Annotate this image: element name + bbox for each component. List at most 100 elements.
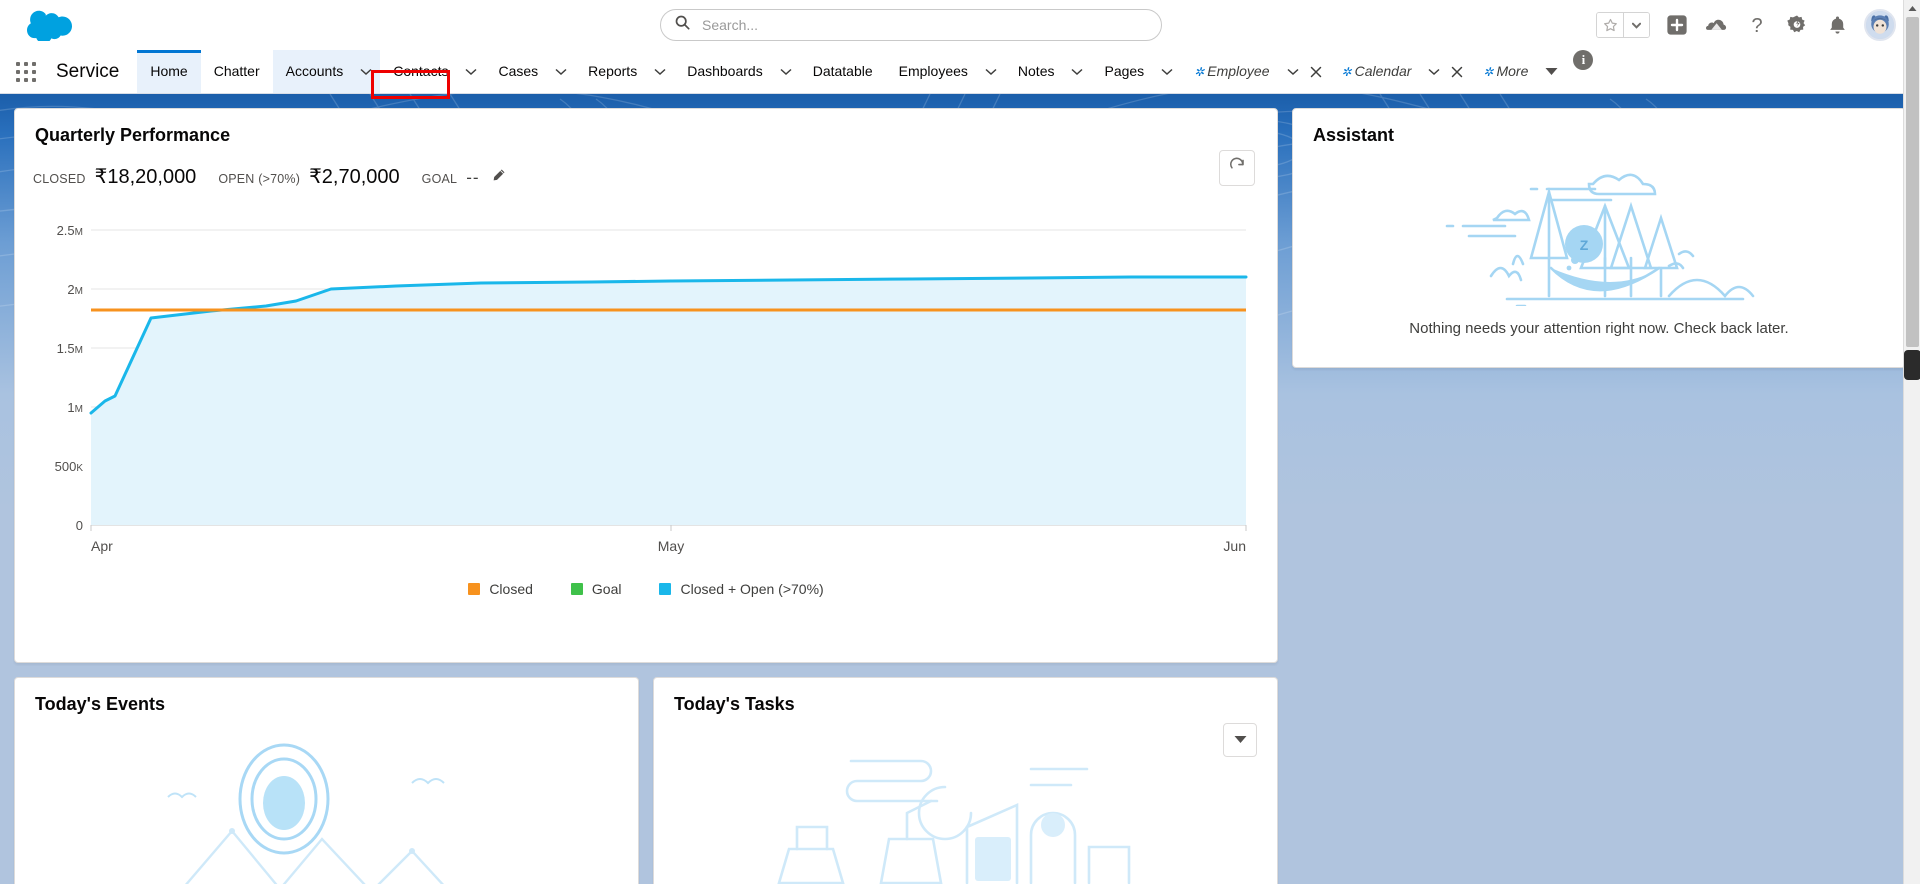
card-title: Quarterly Performance	[35, 125, 231, 145]
card-title: Assistant	[1313, 125, 1395, 145]
temporary-tab-star-icon: ✲	[1483, 64, 1494, 79]
close-icon[interactable]	[1446, 66, 1468, 78]
help-icon[interactable]: ?	[1744, 12, 1770, 38]
chevron-down-icon[interactable]	[774, 68, 798, 76]
app-launcher-cloud-icon[interactable]	[1704, 12, 1730, 38]
caret-down-filled-icon[interactable]	[1539, 67, 1563, 76]
caret-down-icon	[1234, 731, 1247, 749]
chevron-down-icon[interactable]	[1155, 68, 1179, 76]
nav-item-reports[interactable]: Reports	[575, 50, 674, 93]
left-column: Quarterly Performance CLOSED ₹18,20,000	[14, 108, 1278, 884]
legend-swatch-goal	[570, 583, 583, 595]
nav-item-label: Employees	[898, 63, 968, 79]
todays-tasks-card: Today's Tasks	[653, 677, 1278, 884]
legend-swatch-closed	[468, 583, 481, 595]
chevron-down-icon[interactable]	[1422, 68, 1446, 76]
nav-item-label: Calendar	[1354, 62, 1412, 79]
info-badge[interactable]: i	[1573, 50, 1594, 70]
x-tick-apr: Apr	[91, 538, 113, 554]
legend-item-closed[interactable]: Closed	[468, 581, 533, 597]
chevron-down-icon[interactable]	[549, 68, 573, 76]
favorites-caret-icon[interactable]	[1623, 13, 1649, 37]
performance-chart: 2.5M 2M 1.5M 1M 500K 0 Apr May Jun Close…	[31, 211, 1261, 597]
legend-item-closed-open[interactable]: Closed + Open (>70%)	[659, 581, 824, 597]
favorites-control[interactable]	[1596, 12, 1650, 38]
nav-item-label: More	[1496, 62, 1529, 79]
legend-label: Closed	[489, 581, 533, 597]
nav-item-chatter[interactable]: Chatter	[201, 50, 273, 93]
y-tick-2.5m: 2.5M	[57, 223, 83, 238]
quarterly-performance-card: Quarterly Performance CLOSED ₹18,20,000	[14, 108, 1278, 663]
salesforce-cloud-logo[interactable]	[22, 5, 78, 45]
metric-open: OPEN (>70%) ₹2,70,000	[218, 164, 399, 189]
chevron-down-icon[interactable]	[459, 68, 483, 76]
metric-goal: GOAL --	[422, 168, 506, 188]
notifications-bell-icon[interactable]	[1824, 12, 1850, 38]
global-actions-plus-icon[interactable]	[1664, 12, 1690, 38]
nav-item-calendar-temp[interactable]: ✲ Calendar	[1329, 50, 1471, 93]
user-avatar[interactable]	[1864, 9, 1896, 41]
nav-item-label-wrap: ✲ Employee	[1183, 50, 1280, 94]
scrollbar-up-arrow[interactable]	[1904, 0, 1920, 17]
nav-item-datatable[interactable]: Datatable	[800, 50, 886, 93]
bottom-cards-row: Today's Events Today's Tasks	[14, 677, 1278, 884]
legend-swatch-closed-open	[659, 583, 672, 595]
temporary-tab-star-icon: ✲	[1341, 64, 1352, 79]
nav-item-label: Datatable	[812, 63, 873, 79]
chevron-down-icon[interactable]	[648, 68, 672, 76]
todays-events-card: Today's Events	[14, 677, 639, 884]
scrollbar-position-marker	[1904, 350, 1920, 380]
nav-item-label: Cases	[498, 63, 539, 79]
nav-item-label: Reports	[588, 63, 638, 79]
nav-item-more[interactable]: ✲ More	[1470, 50, 1565, 93]
metric-value: ₹2,70,000	[309, 166, 400, 188]
chevron-down-icon[interactable]	[1065, 68, 1089, 76]
svg-text:Z: Z	[1580, 237, 1589, 253]
legend-item-goal[interactable]: Goal	[570, 581, 621, 597]
metric-value: ₹18,20,000	[94, 166, 197, 188]
metric-closed: CLOSED ₹18,20,000	[33, 164, 196, 189]
x-tick-may: May	[658, 538, 684, 554]
tasks-construction-illustration	[654, 731, 1277, 884]
y-tick-1m: 1M	[67, 400, 83, 415]
events-radar-illustration	[15, 731, 638, 884]
nav-item-cases[interactable]: Cases	[485, 50, 575, 93]
card-title: Today's Tasks	[674, 694, 795, 714]
app-launcher-button[interactable]	[0, 50, 52, 93]
metric-label: GOAL	[421, 172, 458, 186]
chevron-down-icon[interactable]	[1281, 68, 1305, 76]
y-tick-0: 0	[76, 518, 83, 533]
search-icon	[675, 15, 690, 35]
nav-item-contacts[interactable]: Contacts	[380, 50, 485, 93]
pencil-icon[interactable]	[491, 168, 506, 183]
main-content-area: Quarterly Performance CLOSED ₹18,20,000	[0, 94, 1920, 884]
refresh-button[interactable]	[1219, 150, 1255, 186]
nav-item-label: Accounts	[285, 63, 344, 79]
search-input[interactable]	[700, 16, 1147, 34]
nav-item-accounts[interactable]: Accounts	[272, 50, 381, 93]
browser-scrollbar[interactable]	[1903, 0, 1920, 884]
close-icon[interactable]	[1305, 66, 1327, 78]
favorites-star-icon[interactable]	[1597, 13, 1623, 37]
nav-item-notes[interactable]: Notes	[1005, 50, 1092, 93]
nav-item-label-wrap: ✲ Calendar	[1331, 50, 1423, 94]
scrollbar-thumb[interactable]	[1906, 17, 1919, 347]
setup-gear-icon[interactable]	[1784, 12, 1810, 38]
chevron-down-icon[interactable]	[979, 68, 1003, 76]
metric-label: CLOSED	[33, 172, 86, 186]
chart-canvas: 2.5M 2M 1.5M 1M 500K 0 Apr May Jun	[55, 223, 1248, 554]
nav-item-employee-temp[interactable]: ✲ Employee	[1181, 50, 1328, 93]
nav-item-dashboards[interactable]: Dashboards	[674, 50, 800, 93]
global-search[interactable]	[660, 9, 1162, 41]
legend-label: Closed + Open (>70%)	[680, 581, 824, 597]
series-closed-open-area	[91, 277, 1246, 525]
chevron-down-icon[interactable]	[354, 68, 378, 76]
tasks-menu-button[interactable]	[1223, 723, 1257, 757]
nav-item-label: Notes	[1017, 63, 1055, 79]
nav-item-employees[interactable]: Employees	[886, 50, 1005, 93]
nav-item-list: Home Chatter Accounts Contacts Cases Rep…	[137, 50, 1920, 93]
search-box[interactable]	[660, 9, 1162, 41]
nav-item-home[interactable]: Home	[137, 50, 202, 93]
nav-item-pages[interactable]: Pages	[1091, 50, 1181, 93]
x-tick-jun: Jun	[1223, 538, 1246, 554]
